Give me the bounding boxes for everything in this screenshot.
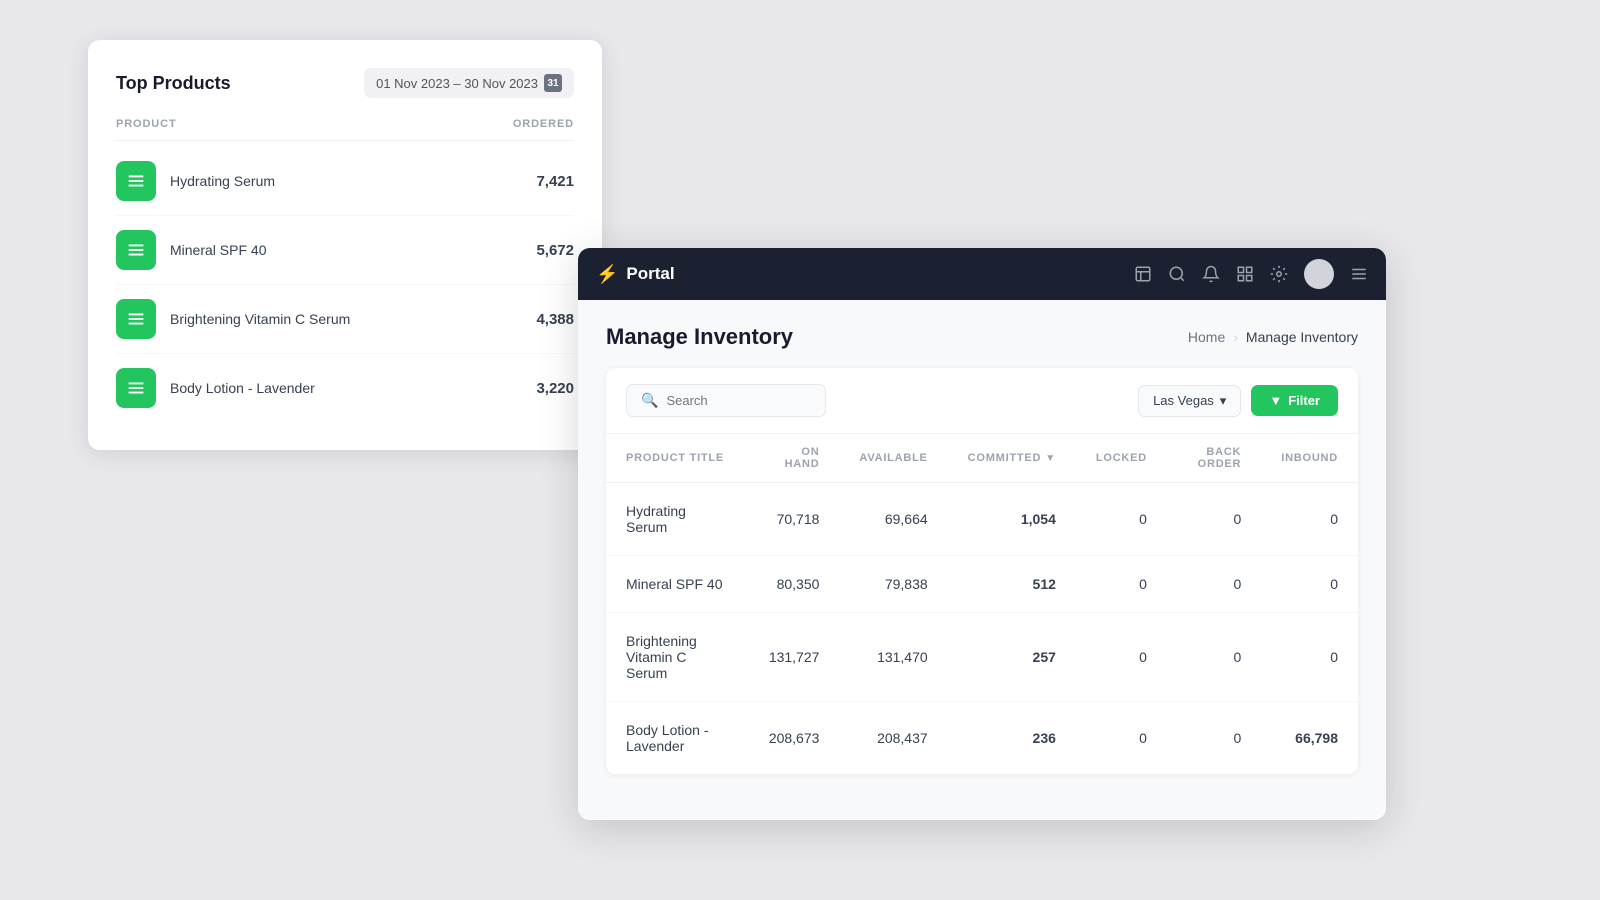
filter-button[interactable]: ▼ Filter: [1251, 385, 1338, 416]
col-ordered-header: ORDERED: [513, 118, 574, 130]
row-title: Brightening Vitamin C Serum: [606, 613, 747, 702]
row-committed: 257: [948, 613, 1076, 702]
th-product-title: PRODUCT TITLE: [606, 434, 747, 483]
filter-label: Filter: [1288, 393, 1320, 408]
avatar[interactable]: [1304, 259, 1334, 289]
table-row: Body Lotion - Lavender 208,673 208,437 2…: [606, 702, 1358, 775]
breadcrumb-current: Manage Inventory: [1246, 329, 1358, 345]
row-on-hand: 80,350: [747, 556, 839, 613]
calendar-icon: 31: [544, 74, 562, 92]
toolbar: 🔍 Las Vegas ▾ ▼ Filter: [606, 368, 1358, 434]
th-locked: LOCKED: [1076, 434, 1167, 483]
logo-icon: ⚡: [596, 264, 618, 285]
row-committed: 512: [948, 556, 1076, 613]
product-icon: [116, 161, 156, 201]
portal-window: ⚡ Portal Mana: [578, 248, 1386, 820]
th-committed[interactable]: COMMITTED ▼: [948, 434, 1076, 483]
product-name: Mineral SPF 40: [170, 242, 266, 258]
chevron-down-icon: ▾: [1220, 393, 1227, 409]
portal-navbar: ⚡ Portal: [578, 248, 1386, 300]
row-inbound: 0: [1261, 613, 1358, 702]
product-name: Hydrating Serum: [170, 173, 275, 189]
row-inbound: 66,798: [1261, 702, 1358, 775]
nav-icons: [1134, 259, 1368, 289]
row-committed: 236: [948, 702, 1076, 775]
date-range-button[interactable]: 01 Nov 2023 – 30 Nov 2023 31: [364, 68, 574, 98]
th-on-hand: ON HAND: [747, 434, 839, 483]
table-row: Mineral SPF 40 80,350 79,838 512 0 0 0: [606, 556, 1358, 613]
table-row: Hydrating Serum 70,718 69,664 1,054 0 0 …: [606, 483, 1358, 556]
row-title: Mineral SPF 40: [606, 556, 747, 613]
product-icon: [116, 230, 156, 270]
search-input[interactable]: [666, 393, 806, 408]
row-title: Body Lotion - Lavender: [606, 702, 747, 775]
breadcrumb-home[interactable]: Home: [1188, 329, 1225, 345]
row-available: 131,470: [839, 613, 947, 702]
product-icon: [116, 299, 156, 339]
row-available: 79,838: [839, 556, 947, 613]
product-name: Body Lotion - Lavender: [170, 380, 315, 396]
th-available: AVAILABLE: [839, 434, 947, 483]
bell-icon[interactable]: [1202, 265, 1220, 283]
row-on-hand: 208,673: [747, 702, 839, 775]
search-icon[interactable]: [1168, 265, 1186, 283]
row-locked: 0: [1076, 556, 1167, 613]
search-icon: 🔍: [641, 392, 658, 409]
row-inbound: 0: [1261, 483, 1358, 556]
inventory-table: PRODUCT TITLE ON HAND AVAILABLE COMMITTE…: [606, 434, 1358, 774]
product-icon: [116, 368, 156, 408]
date-range-text: 01 Nov 2023 – 30 Nov 2023: [376, 76, 538, 91]
row-locked: 0: [1076, 483, 1167, 556]
row-inbound: 0: [1261, 556, 1358, 613]
row-locked: 0: [1076, 613, 1167, 702]
top-products-card: Top Products 01 Nov 2023 – 30 Nov 2023 3…: [88, 40, 602, 450]
top-products-title: Top Products: [116, 73, 231, 94]
product-qty: 7,421: [536, 173, 574, 190]
table-row: Brightening Vitamin C Serum 131,727 131,…: [606, 613, 1358, 702]
product-qty: 3,220: [536, 380, 574, 397]
grid-icon[interactable]: [1236, 265, 1254, 283]
list-item: Hydrating Serum 7,421: [116, 147, 574, 216]
th-back-order: BACK ORDER: [1167, 434, 1261, 483]
col-product-header: PRODUCT: [116, 118, 177, 130]
breadcrumb: Home › Manage Inventory: [1188, 329, 1358, 345]
row-available: 69,664: [839, 483, 947, 556]
row-locked: 0: [1076, 702, 1167, 775]
sort-icon: ▼: [1045, 453, 1056, 464]
breadcrumb-separator: ›: [1233, 329, 1238, 345]
row-back-order: 0: [1167, 702, 1261, 775]
product-qty: 4,388: [536, 311, 574, 328]
th-inbound: INBOUND: [1261, 434, 1358, 483]
row-back-order: 0: [1167, 483, 1261, 556]
product-qty: 5,672: [536, 242, 574, 259]
row-on-hand: 70,718: [747, 483, 839, 556]
row-available: 208,437: [839, 702, 947, 775]
product-name: Brightening Vitamin C Serum: [170, 311, 350, 327]
list-item: Brightening Vitamin C Serum 4,388: [116, 285, 574, 354]
page-title: Manage Inventory: [606, 324, 793, 350]
row-on-hand: 131,727: [747, 613, 839, 702]
portal-content: Manage Inventory Home › Manage Inventory…: [578, 300, 1386, 820]
menu-icon[interactable]: [1350, 265, 1368, 283]
portal-logo: ⚡ Portal: [596, 264, 675, 285]
portal-logo-text: Portal: [626, 264, 674, 284]
location-select[interactable]: Las Vegas ▾: [1138, 385, 1241, 417]
list-item: Body Lotion - Lavender 3,220: [116, 354, 574, 422]
list-item: Mineral SPF 40 5,672: [116, 216, 574, 285]
row-title: Hydrating Serum: [606, 483, 747, 556]
search-box[interactable]: 🔍: [626, 384, 826, 417]
inventory-table-card: 🔍 Las Vegas ▾ ▼ Filter: [606, 368, 1358, 774]
settings-icon[interactable]: [1270, 265, 1288, 283]
inbox-icon[interactable]: [1134, 265, 1152, 283]
filter-icon: ▼: [1269, 393, 1282, 408]
row-back-order: 0: [1167, 556, 1261, 613]
row-back-order: 0: [1167, 613, 1261, 702]
location-text: Las Vegas: [1153, 393, 1214, 408]
row-committed: 1,054: [948, 483, 1076, 556]
toolbar-right: Las Vegas ▾ ▼ Filter: [1138, 385, 1338, 417]
